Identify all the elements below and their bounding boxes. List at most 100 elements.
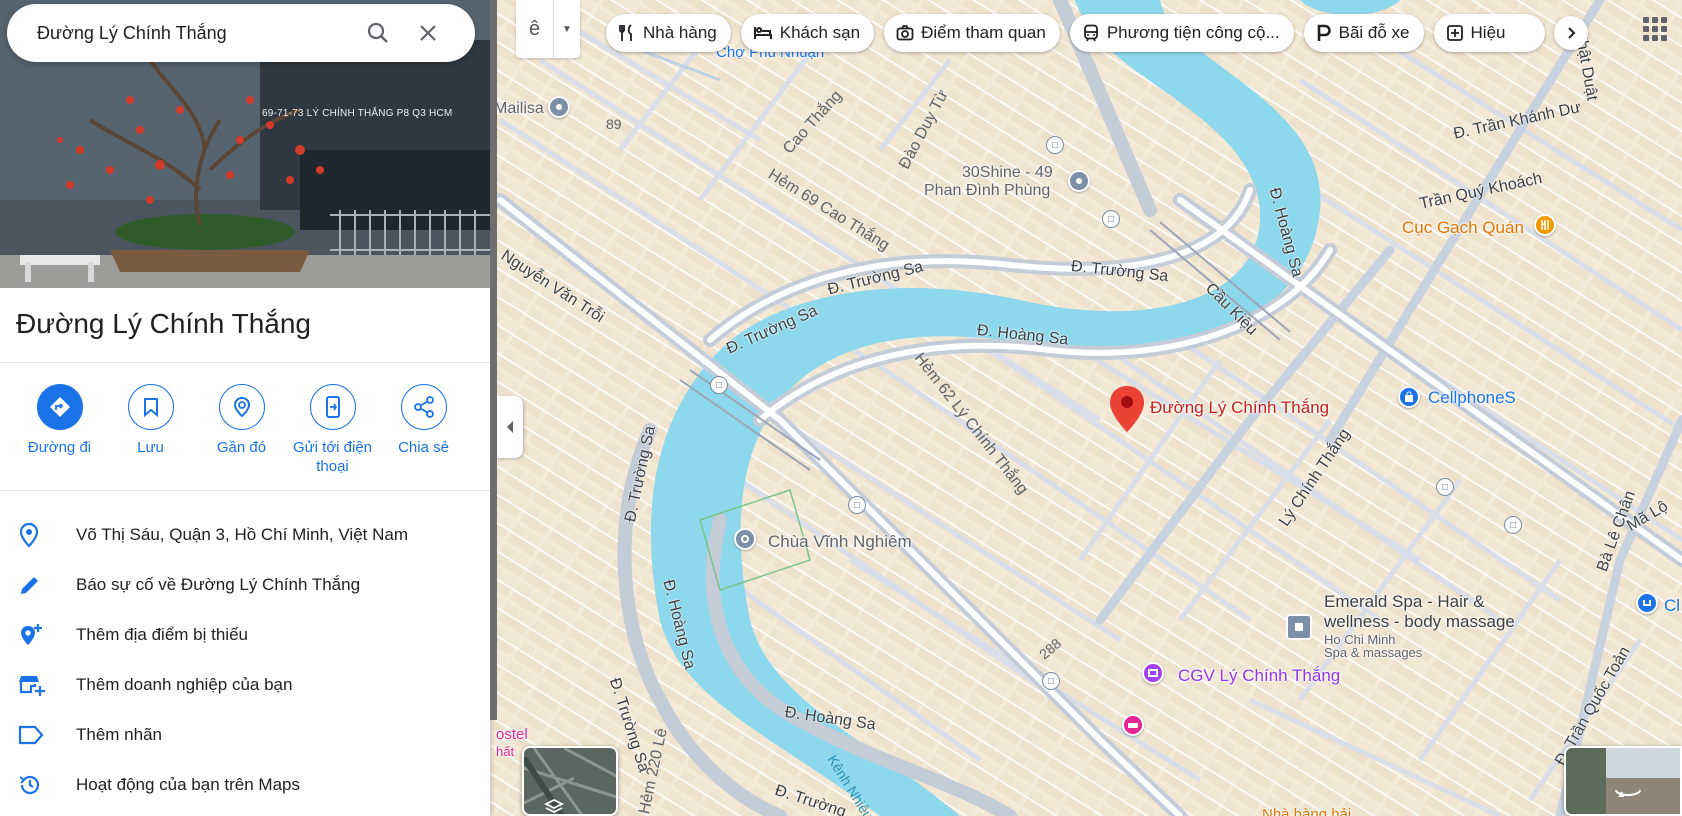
add-missing-place-text: Thêm địa điểm bị thiếu [76,625,248,644]
maps-activity-row[interactable]: Hoạt động của bạn trên Maps [0,761,490,809]
apps-grid-icon[interactable] [1640,14,1670,44]
bus-stop-icon[interactable]: □ [710,376,728,394]
close-icon [420,25,436,41]
address-text: Võ Thị Sáu, Quận 3, Hồ Chí Minh, Việt Na… [76,525,408,544]
nearby-icon [233,396,250,418]
poi-mailisa[interactable]: Mailisa [494,100,544,118]
report-issue-text: Báo sự cố về Đường Lý Chính Thắng [76,575,361,594]
poi-nha-hang-hai[interactable]: Nhà hàng hải [1262,806,1351,816]
share-button[interactable]: Chia sẻ [378,384,469,476]
chips-next-button[interactable] [1554,16,1588,50]
poi-cuc-gach[interactable]: Cục Gạch Quán [1402,218,1524,238]
hotel-map-icon[interactable] [1122,714,1144,736]
action-label: Lưu [137,439,164,456]
bus-stop-icon[interactable]: □ [1046,136,1064,154]
send-to-phone-button[interactable]: Gửi tới điện thoại [287,384,378,476]
chip-label: Nhà hàng [643,23,717,42]
cinema-icon[interactable] [1142,662,1164,684]
divider [0,362,490,363]
transit-icon [1083,24,1098,42]
bus-stop-icon[interactable]: □ [848,496,866,514]
selected-place-label[interactable]: Đường Lý Chính Thắng [1150,398,1329,418]
street-view-image [1566,748,1680,814]
action-label: Gần đó [216,439,267,456]
parking-icon [1317,24,1331,41]
panel-scrollbar[interactable] [490,0,497,720]
chip-restaurants[interactable]: Nhà hàng [606,14,731,52]
photo-sign-text: 69-71-73 LÝ CHÍNH THẮNG P8 Q3 HCM [262,108,453,119]
add-label-text: Thêm nhãn [76,725,162,744]
poi-30shine[interactable]: 30Shine - 49 [962,164,1053,182]
action-label: Gửi tới điện thoại [292,439,373,475]
pharmacy-icon [1446,25,1463,41]
chip-hotels[interactable]: Khách sạn [740,14,875,52]
bookmark-icon [143,398,158,417]
chip-attractions[interactable]: Điểm tham quan [884,14,1060,52]
restaurant-icon [619,24,632,41]
chip-label: Điểm tham quan [921,23,1046,42]
add-business-row[interactable]: Thêm doanh nghiệp của bạn [0,661,490,709]
add-missing-place-row[interactable]: Thêm địa điểm bị thiếu [0,611,490,659]
poi-emerald-category: Spa & massages [1324,645,1423,660]
add-business-text: Thêm doanh nghiệp của bạn [76,675,293,694]
map-pin-icon [1110,386,1144,432]
poi-hostel-sub: hất [496,744,515,759]
poi-emerald-spa[interactable]: Emerald Spa - Hair & [1324,592,1485,612]
chip-parking[interactable]: Bãi đỗ xe [1303,14,1424,52]
chevron-down-icon[interactable]: ▼ [554,0,580,58]
directions-button[interactable]: Đường đi [14,384,105,476]
action-label: Chia sẻ [398,439,449,456]
search-icon [367,22,388,43]
input-method-selector[interactable]: ê ▼ [516,0,580,58]
chevron-left-icon [507,421,513,433]
poi-cgv[interactable]: CGV Lý Chính Thắng [1178,666,1340,686]
chip-transit[interactable]: Phương tiện công cộ... [1069,14,1294,52]
poi-30shine-sub: Phan Đình Phùng [924,182,1051,199]
input-method-char[interactable]: ê [516,0,554,58]
satellite-thumbnail [524,748,616,814]
place-icon[interactable] [548,96,570,118]
selected-place-pin[interactable] [1110,386,1144,437]
place-title: Đường Lý Chính Thắng [16,308,311,339]
maps-activity-text: Hoạt động của bạn trên Maps [76,775,300,794]
poi-partial[interactable]: Cl [1664,596,1680,616]
place-photo[interactable]: 69-71-73 LÝ CHÍNH THẮNG P8 Q3 HCM [0,0,490,288]
layers-button[interactable] [522,746,618,816]
bus-stop-icon[interactable]: □ [1504,516,1522,534]
clear-search-button[interactable] [413,18,443,48]
category-chips: Nhà hàng Khách sạn Điểm tham quan Phương… [606,14,1546,52]
shopping-icon[interactable] [1398,386,1420,408]
nearby-button[interactable]: Gần đó [196,384,287,476]
temple-icon[interactable] [734,528,756,550]
add-label-row[interactable]: Thêm nhãn [0,711,490,759]
poi-hostel[interactable]: ostel [496,726,528,743]
search-button[interactable] [363,18,393,48]
poi-cellphones[interactable]: CellphoneS [1428,388,1516,408]
search-box [7,4,475,62]
label-icon [18,725,44,745]
report-issue-row[interactable]: Báo sự cố về Đường Lý Chính Thắng [0,561,490,609]
address-row[interactable]: Võ Thị Sáu, Quận 3, Hồ Chí Minh, Việt Na… [0,511,490,559]
share-icon [413,396,434,418]
chip-label: Phương tiện công cộ... [1106,23,1280,42]
save-button[interactable]: Lưu [105,384,196,476]
street-view-thumbnail[interactable] [1564,746,1682,816]
bus-stop-icon[interactable]: □ [1436,478,1454,496]
shopping-cart-icon[interactable] [1636,592,1658,614]
chevron-right-icon [1568,27,1576,39]
poi-chua-vinh-nghiem[interactable]: Chùa Vĩnh Nghiêm [768,532,912,552]
chip-pharmacy[interactable]: Hiệu [1433,14,1546,52]
chip-label: Bãi đỗ xe [1338,23,1410,42]
search-input[interactable] [37,22,337,44]
collapse-panel-button[interactable] [497,396,523,458]
bus-stop-icon[interactable]: □ [1102,210,1120,228]
place-icon[interactable] [1068,170,1090,192]
place-panel: 69-71-73 LÝ CHÍNH THẮNG P8 Q3 HCM Đường … [0,0,490,816]
restaurant-icon[interactable] [1534,214,1556,236]
bus-stop-icon[interactable]: □ [1042,672,1060,690]
maps-app: Đ. Nguyễn Văn Trỗi Đ. Trường Sa Đ. Trườn… [0,0,1682,816]
location-pin-icon [19,522,39,548]
send-to-phone-icon [325,396,340,418]
chip-label: Khách sạn [779,23,861,42]
spa-icon[interactable] [1286,614,1312,640]
